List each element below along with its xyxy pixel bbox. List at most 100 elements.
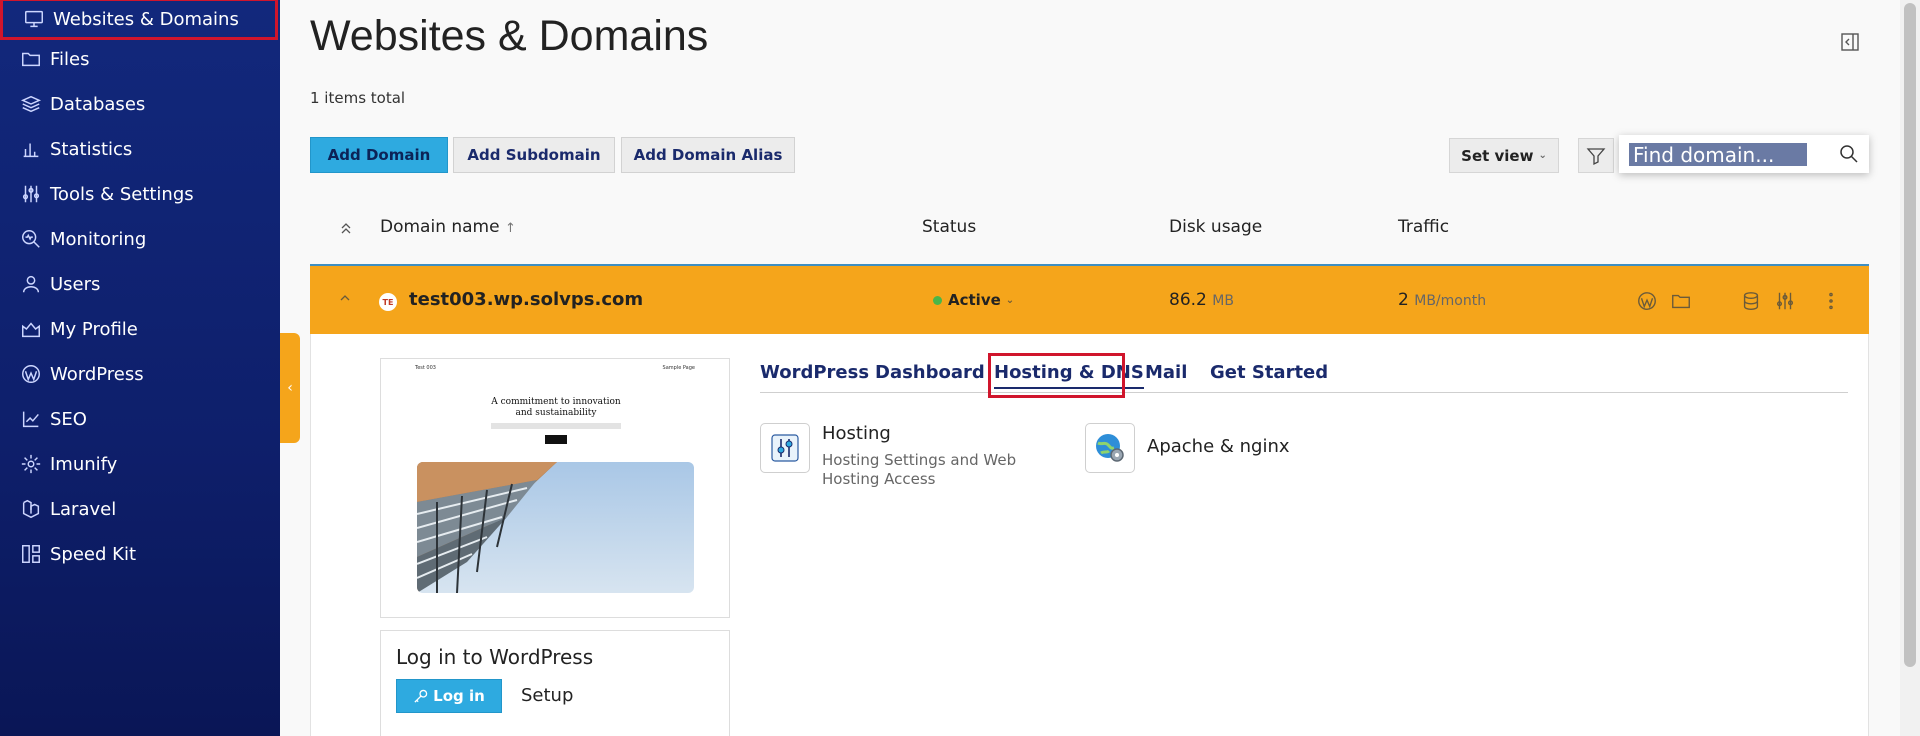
tab-get-started[interactable]: Get Started xyxy=(1210,362,1328,383)
wordpress-icon[interactable] xyxy=(1636,290,1658,312)
hosting-title[interactable]: Hosting xyxy=(822,423,891,444)
sidebar-item-imunify[interactable]: Imunify xyxy=(0,442,280,486)
site-favicon: TE xyxy=(379,293,397,311)
preview-headline-line: A commitment to innovation xyxy=(491,397,621,407)
filter-button[interactable] xyxy=(1578,138,1614,173)
tab-dashboard[interactable]: Dashboard xyxy=(875,362,985,383)
disk-usage-value: 86.2 MB xyxy=(1169,290,1234,310)
sidebar-item-databases[interactable]: Databases xyxy=(0,82,280,126)
traffic-value: 2 MB/month xyxy=(1398,290,1486,310)
preview-building-image xyxy=(417,462,694,593)
wordpress-login-card: Log in to WordPress Log in Setup xyxy=(380,630,730,736)
sidebar-item-seo[interactable]: SEO xyxy=(0,397,280,441)
preview-subtext xyxy=(491,423,621,429)
wordpress-icon xyxy=(18,361,44,387)
sidebar-item-label: Statistics xyxy=(50,138,133,160)
sidebar-item-label: Websites & Domains xyxy=(53,8,239,30)
sidebar-item-label: Monitoring xyxy=(50,228,147,250)
table-row[interactable]: TE test003.wp.solvps.com Active ⌄ 86.2 M… xyxy=(310,264,1869,334)
search-input[interactable] xyxy=(1629,143,1807,166)
hosting-settings-icon xyxy=(771,434,799,462)
key-icon xyxy=(414,689,428,703)
blocks-icon xyxy=(18,541,44,567)
sidebar-item-speed-kit[interactable]: Speed Kit xyxy=(0,532,280,576)
database-icon[interactable] xyxy=(1740,290,1762,312)
sidebar-item-laravel[interactable]: Laravel xyxy=(0,487,280,531)
domain-name-link[interactable]: test003.wp.solvps.com xyxy=(409,289,643,310)
user-icon xyxy=(18,271,44,297)
disk-unit: MB xyxy=(1212,293,1234,309)
wordpress-login-button[interactable]: Log in xyxy=(396,679,502,713)
sidebar-item-label: My Profile xyxy=(50,318,138,340)
site-preview-thumbnail[interactable]: Test 003 Sample Page A commitment to inn… xyxy=(380,358,730,618)
status-dropdown[interactable]: Active ⌄ xyxy=(933,291,1014,309)
login-card-title: Log in to WordPress xyxy=(396,645,594,669)
sidebar-item-label: Imunify xyxy=(50,453,118,475)
sidebar-item-my-profile[interactable]: My Profile xyxy=(0,307,280,351)
set-view-dropdown[interactable]: Set view ⌄ xyxy=(1449,138,1559,173)
folder-icon[interactable] xyxy=(1670,290,1692,312)
tab-mail[interactable]: Mail xyxy=(1145,362,1187,383)
page-title: Websites & Domains xyxy=(310,12,709,60)
add-domain-alias-button[interactable]: Add Domain Alias xyxy=(621,137,795,173)
sidebar-item-label: WordPress xyxy=(50,363,144,385)
tab-wordpress[interactable]: WordPress xyxy=(760,362,869,383)
domain-tabs: WordPress Dashboard Hosting & DNS Mail G… xyxy=(760,358,1848,393)
globe-gear-icon xyxy=(1096,434,1124,462)
sliders-icon xyxy=(18,181,44,207)
add-domain-button[interactable]: Add Domain xyxy=(310,137,448,173)
page-scrollbar[interactable] xyxy=(1900,0,1920,736)
column-disk-usage[interactable]: Disk usage xyxy=(1169,217,1262,237)
sidebar-item-wordpress[interactable]: WordPress xyxy=(0,352,280,396)
scrollbar-thumb[interactable] xyxy=(1904,3,1916,667)
sidebar-item-label: Tools & Settings xyxy=(50,183,194,205)
sidebar-item-users[interactable]: Users xyxy=(0,262,280,306)
gear-icon xyxy=(18,451,44,477)
sidebar-item-monitoring[interactable]: Monitoring xyxy=(0,217,280,261)
sidebar-item-label: Databases xyxy=(50,93,146,115)
column-label: Domain name xyxy=(380,217,500,237)
search-box xyxy=(1619,135,1869,173)
more-options-icon[interactable] xyxy=(1820,290,1842,312)
sidebar-item-label: Laravel xyxy=(50,498,117,520)
preview-headline-line: and sustainability xyxy=(515,408,597,418)
chevron-left-icon: ‹ xyxy=(287,380,293,396)
setup-link[interactable]: Setup xyxy=(521,685,573,706)
sliders-icon[interactable] xyxy=(1774,290,1796,312)
chevron-down-icon: ⌄ xyxy=(1538,150,1547,161)
growth-chart-icon xyxy=(18,406,44,432)
profile-icon xyxy=(18,316,44,342)
active-tab-highlight xyxy=(988,353,1125,398)
collapse-all-icon[interactable] xyxy=(338,220,354,236)
sidebar: Websites & Domains Files Databases Stati… xyxy=(0,0,280,736)
hosting-description: Hosting Settings and Web Hosting Access xyxy=(822,451,1017,488)
search-icon[interactable] xyxy=(1839,144,1859,164)
apache-nginx-title[interactable]: Apache & nginx xyxy=(1147,436,1290,457)
items-total: 1 items total xyxy=(310,89,406,107)
traffic-number: 2 xyxy=(1398,290,1409,310)
add-subdomain-button[interactable]: Add Subdomain xyxy=(453,137,615,173)
sidebar-item-label: Users xyxy=(50,273,101,295)
login-button-label: Log in xyxy=(433,687,485,705)
sidebar-item-files[interactable]: Files xyxy=(0,37,280,81)
sidebar-item-websites-domains[interactable]: Websites & Domains xyxy=(0,0,278,40)
preview-nav: Sample Page xyxy=(662,365,695,371)
sidebar-item-tools-settings[interactable]: Tools & Settings xyxy=(0,172,280,216)
sidebar-item-label: SEO xyxy=(50,408,87,430)
hosting-settings-tile[interactable] xyxy=(760,423,810,473)
magnifier-pulse-icon xyxy=(18,226,44,252)
preview-button xyxy=(545,435,567,444)
apache-nginx-tile[interactable] xyxy=(1085,423,1135,473)
column-status[interactable]: Status xyxy=(922,217,976,237)
chevron-up-icon[interactable] xyxy=(338,291,352,305)
sidebar-item-label: Speed Kit xyxy=(50,543,137,565)
set-view-label: Set view xyxy=(1461,146,1534,165)
bar-chart-icon xyxy=(18,136,44,162)
sidebar-collapse-handle[interactable]: ‹ xyxy=(280,333,300,443)
sidebar-item-statistics[interactable]: Statistics xyxy=(0,127,280,171)
panel-toggle-icon[interactable] xyxy=(1840,32,1860,52)
sort-arrow-icon: ↑ xyxy=(505,221,516,236)
column-traffic[interactable]: Traffic xyxy=(1398,217,1449,237)
layers-icon xyxy=(18,91,44,117)
column-domain-name[interactable]: Domain name ↑ xyxy=(380,217,516,237)
